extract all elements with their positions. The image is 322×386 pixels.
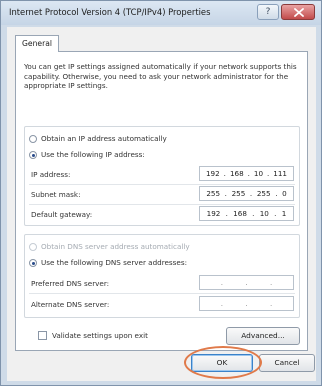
obtain-dns-auto-label: Obtain DNS server address automatically (41, 242, 190, 251)
close-icon (294, 8, 304, 17)
row-divider (29, 204, 295, 205)
intro-text: You can get IP settings assigned automat… (24, 62, 297, 91)
ip-address-group: Obtain an IP address automatically Use t… (24, 126, 300, 226)
alternate-dns-label: Alternate DNS server: (31, 300, 110, 309)
preferred-dns-label: Preferred DNS server: (31, 279, 110, 288)
tab-general[interactable]: General (15, 35, 59, 52)
dialog-content: General You can get IP settings assigned… (7, 27, 316, 381)
cancel-button[interactable]: Cancel (259, 354, 315, 372)
validate-settings-label: Validate settings upon exit (52, 331, 148, 340)
properties-dialog: Internet Protocol Version 4 (TCP/IPv4) P… (0, 0, 322, 386)
preferred-dns-field[interactable]: . . . (199, 275, 294, 290)
use-following-dns-label: Use the following DNS server addresses: (41, 258, 188, 267)
alternate-dns-field[interactable]: . . . (199, 296, 294, 311)
help-icon: ? (265, 7, 271, 17)
obtain-dns-auto-radio[interactable] (29, 243, 37, 251)
ip-address-label: IP address: (31, 170, 71, 179)
subnet-mask-field[interactable]: 255. 255. 255. 0 (199, 186, 294, 201)
help-button[interactable]: ? (257, 4, 279, 20)
use-following-dns-radio[interactable] (29, 259, 37, 267)
row-divider (29, 293, 295, 294)
window-title: Internet Protocol Version 4 (TCP/IPv4) P… (9, 7, 211, 17)
advanced-button[interactable]: Advanced... (226, 327, 300, 345)
obtain-ip-auto-label: Obtain an IP address automatically (41, 134, 167, 143)
dns-server-group: Obtain DNS server address automatically … (24, 234, 300, 318)
use-following-ip-label: Use the following IP address: (41, 150, 145, 159)
general-tab-panel: You can get IP settings assigned automat… (15, 51, 308, 351)
close-button[interactable] (281, 4, 315, 20)
subnet-mask-label: Subnet mask: (31, 190, 81, 199)
default-gateway-label: Default gateway: (31, 210, 93, 219)
obtain-ip-auto-radio[interactable] (29, 135, 37, 143)
validate-settings-checkbox[interactable] (38, 331, 47, 340)
row-divider (29, 184, 295, 185)
title-bar[interactable]: Internet Protocol Version 4 (TCP/IPv4) P… (1, 1, 321, 25)
use-following-ip-radio[interactable] (29, 151, 37, 159)
ok-highlight-annotation (184, 346, 262, 379)
ip-address-field[interactable]: 192. 168. 10. 111 (199, 166, 294, 181)
default-gateway-field[interactable]: 192. 168. 10. 1 (199, 206, 294, 221)
